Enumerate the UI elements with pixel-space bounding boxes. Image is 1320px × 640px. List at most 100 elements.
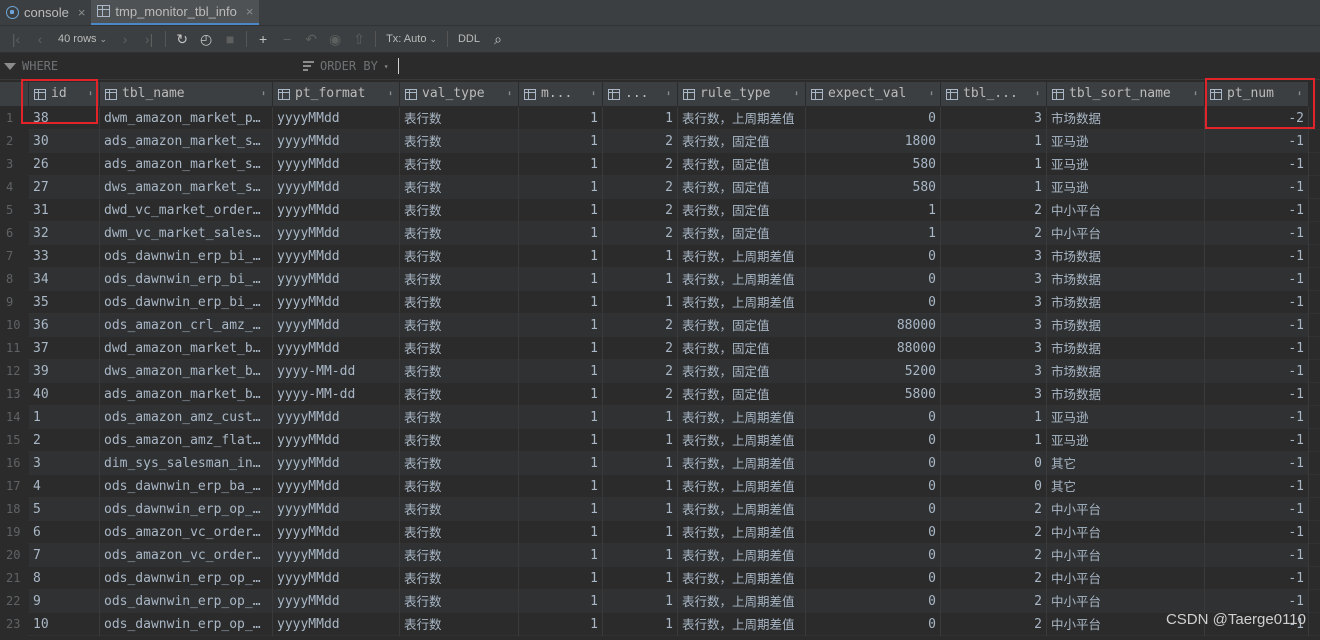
cell-rule-type[interactable]: 表行数，上周期差值	[678, 590, 806, 613]
cell-m[interactable]: 1	[519, 107, 603, 130]
cell-tbl-sort-name[interactable]: 市场数据	[1047, 268, 1205, 291]
cell-col6[interactable]: 2	[603, 360, 678, 383]
cell-tbl[interactable]: 3	[941, 291, 1047, 314]
cell-pt-num[interactable]: -1	[1205, 130, 1309, 153]
cell-col6[interactable]: 1	[603, 291, 678, 314]
cell-col6[interactable]: 2	[603, 383, 678, 406]
cell-rule-type[interactable]: 表行数，固定值	[678, 153, 806, 176]
cell-tbl-sort-name[interactable]: 市场数据	[1047, 337, 1205, 360]
cell-rule-type[interactable]: 表行数，上周期差值	[678, 268, 806, 291]
cell-rule-type[interactable]: 表行数，上周期差值	[678, 498, 806, 521]
cell-pt-num[interactable]: -1	[1205, 475, 1309, 498]
cell-tbl-sort-name[interactable]: 其它	[1047, 452, 1205, 475]
cell-tbl-sort-name[interactable]: 中小平台	[1047, 590, 1205, 613]
cell-tbl[interactable]: 0	[941, 452, 1047, 475]
cell-pt-format[interactable]: yyyyMMdd	[273, 107, 400, 130]
cell-m[interactable]: 1	[519, 521, 603, 544]
cell-val-type[interactable]: 表行数	[400, 567, 519, 590]
cell-expect-val[interactable]: 0	[806, 590, 941, 613]
cell-tbl-sort-name[interactable]: 中小平台	[1047, 498, 1205, 521]
cell-m[interactable]: 1	[519, 176, 603, 199]
cell-id[interactable]: 4	[29, 475, 100, 498]
cell-val-type[interactable]: 表行数	[400, 452, 519, 475]
cell-pt-num[interactable]: -1	[1205, 429, 1309, 452]
table-row[interactable]: 2 30 ads_amazon_market_s… yyyyMMdd 表行数 1 2 表行数，…	[0, 130, 1320, 153]
page-size-dropdown[interactable]: 40 rows ⌄	[52, 33, 113, 45]
table-row[interactable]: 23 10 ods_dawnwin_erp_op_… yyyyMMdd 表行数 1 1 表行数…	[0, 613, 1320, 636]
cell-val-type[interactable]: 表行数	[400, 498, 519, 521]
cell-expect-val[interactable]: 0	[806, 521, 941, 544]
cell-pt-format[interactable]: yyyyMMdd	[273, 521, 400, 544]
cell-m[interactable]: 1	[519, 291, 603, 314]
cell-tbl[interactable]: 3	[941, 245, 1047, 268]
cell-tbl-name[interactable]: ods_dawnwin_erp_op_…	[100, 613, 273, 636]
cell-tbl-name[interactable]: ods_amazon_amz_cust…	[100, 406, 273, 429]
cell-expect-val[interactable]: 1	[806, 222, 941, 245]
table-row[interactable]: 12 39 dws_amazon_market_b… yyyy-MM-dd 表行数 1 2 表…	[0, 360, 1320, 383]
sort-arrows-icon[interactable]: ⬍	[507, 82, 512, 106]
cell-rule-type[interactable]: 表行数，上周期差值	[678, 107, 806, 130]
cell-rule-type[interactable]: 表行数，上周期差值	[678, 475, 806, 498]
cell-id[interactable]: 7	[29, 544, 100, 567]
cell-tbl-name[interactable]: dwm_vc_market_sales…	[100, 222, 273, 245]
cell-expect-val[interactable]: 0	[806, 567, 941, 590]
cell-tbl-name[interactable]: ods_dawnwin_erp_op_…	[100, 567, 273, 590]
cell-tbl[interactable]: 3	[941, 360, 1047, 383]
cell-val-type[interactable]: 表行数	[400, 337, 519, 360]
cell-id[interactable]: 35	[29, 291, 100, 314]
cell-tbl[interactable]: 1	[941, 429, 1047, 452]
cell-rule-type[interactable]: 表行数，固定值	[678, 130, 806, 153]
cell-tbl-name[interactable]: dws_amazon_market_s…	[100, 176, 273, 199]
cell-pt-format[interactable]: yyyyMMdd	[273, 245, 400, 268]
cell-m[interactable]: 1	[519, 314, 603, 337]
cell-id[interactable]: 31	[29, 199, 100, 222]
cell-m[interactable]: 1	[519, 613, 603, 636]
cell-rule-type[interactable]: 表行数，上周期差值	[678, 567, 806, 590]
cell-pt-num[interactable]: -1	[1205, 153, 1309, 176]
cell-pt-num[interactable]: -1	[1205, 521, 1309, 544]
cell-tbl-sort-name[interactable]: 亚马逊	[1047, 406, 1205, 429]
cell-rule-type[interactable]: 表行数，上周期差值	[678, 613, 806, 636]
cell-rule-type[interactable]: 表行数，上周期差值	[678, 544, 806, 567]
sort-arrows-icon[interactable]: ⬍	[929, 82, 934, 106]
cell-id[interactable]: 2	[29, 429, 100, 452]
cell-pt-format[interactable]: yyyyMMdd	[273, 406, 400, 429]
cell-expect-val[interactable]: 580	[806, 153, 941, 176]
submit-icon[interactable]: ⇧	[347, 28, 371, 50]
cell-col6[interactable]: 1	[603, 107, 678, 130]
preview-changes-icon[interactable]: ◉	[323, 28, 347, 50]
cell-val-type[interactable]: 表行数	[400, 360, 519, 383]
cell-expect-val[interactable]: 1800	[806, 130, 941, 153]
cell-expect-val[interactable]: 0	[806, 544, 941, 567]
cell-expect-val[interactable]: 88000	[806, 337, 941, 360]
last-page-icon[interactable]: ›|	[137, 28, 161, 50]
cell-m[interactable]: 1	[519, 130, 603, 153]
cell-val-type[interactable]: 表行数	[400, 268, 519, 291]
cell-tbl-sort-name[interactable]: 中小平台	[1047, 199, 1205, 222]
cell-m[interactable]: 1	[519, 429, 603, 452]
cell-rule-type[interactable]: 表行数，固定值	[678, 199, 806, 222]
table-row[interactable]: 7 33 ods_dawnwin_erp_bi_… yyyyMMdd 表行数 1 1 表行数，…	[0, 245, 1320, 268]
cell-tbl-sort-name[interactable]: 中小平台	[1047, 521, 1205, 544]
cell-col6[interactable]: 1	[603, 429, 678, 452]
cell-pt-num[interactable]: -1	[1205, 176, 1309, 199]
cell-rule-type[interactable]: 表行数，固定值	[678, 222, 806, 245]
cell-id[interactable]: 9	[29, 590, 100, 613]
cell-pt-num[interactable]: -1	[1205, 590, 1309, 613]
cell-tbl-sort-name[interactable]: 市场数据	[1047, 291, 1205, 314]
table-row[interactable]: 13 40 ads_amazon_market_b… yyyy-MM-dd 表行数 1 2 表…	[0, 383, 1320, 406]
cell-id[interactable]: 8	[29, 567, 100, 590]
cell-col6[interactable]: 1	[603, 245, 678, 268]
cell-val-type[interactable]: 表行数	[400, 429, 519, 452]
cell-pt-num[interactable]: -1	[1205, 567, 1309, 590]
table-row[interactable]: 11 37 dwd_amazon_market_b… yyyyMMdd 表行数 1 2 表行数…	[0, 337, 1320, 360]
table-row[interactable]: 21 8 ods_dawnwin_erp_op_… yyyyMMdd 表行数 1 1 表行数，…	[0, 567, 1320, 590]
cell-pt-num[interactable]: -1	[1205, 314, 1309, 337]
cell-tbl[interactable]: 2	[941, 222, 1047, 245]
close-icon[interactable]: ×	[78, 5, 86, 20]
cell-m[interactable]: 1	[519, 498, 603, 521]
table-row[interactable]: 17 4 ods_dawnwin_erp_ba_… yyyyMMdd 表行数 1 1 表行数，…	[0, 475, 1320, 498]
transaction-mode-dropdown[interactable]: Tx: Auto ⌄	[380, 33, 443, 45]
cell-val-type[interactable]: 表行数	[400, 199, 519, 222]
cell-id[interactable]: 5	[29, 498, 100, 521]
